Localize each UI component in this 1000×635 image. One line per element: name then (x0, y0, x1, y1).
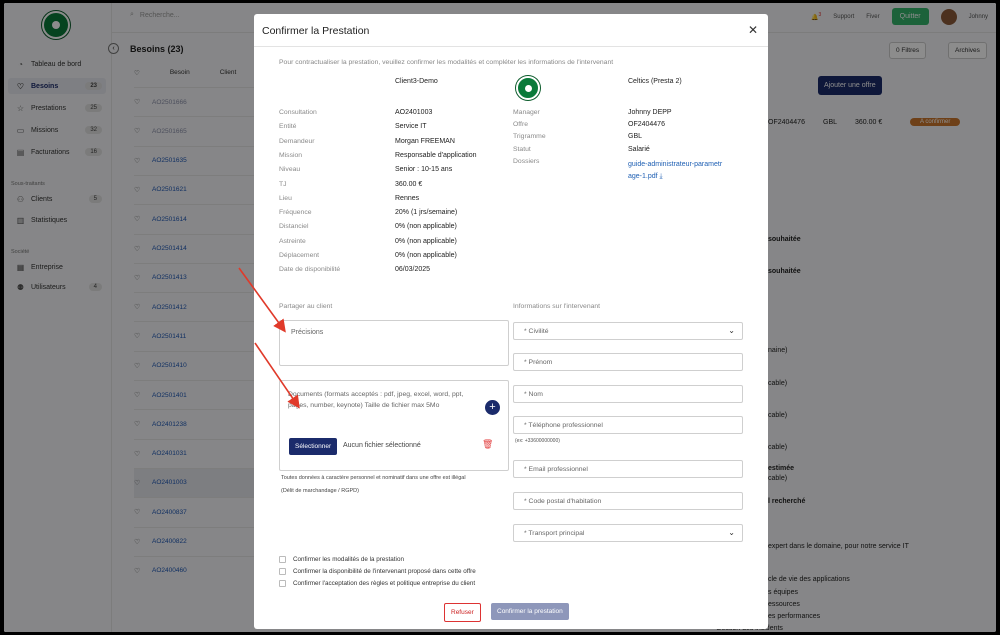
app-window: ◔ Tableau de bord ♡ Besoins 23 ☆ Prestations… (4, 3, 996, 632)
annotation-arrows (238, 267, 300, 409)
arrow-to-documents (254, 342, 300, 409)
arrow-to-precisions (238, 267, 286, 333)
